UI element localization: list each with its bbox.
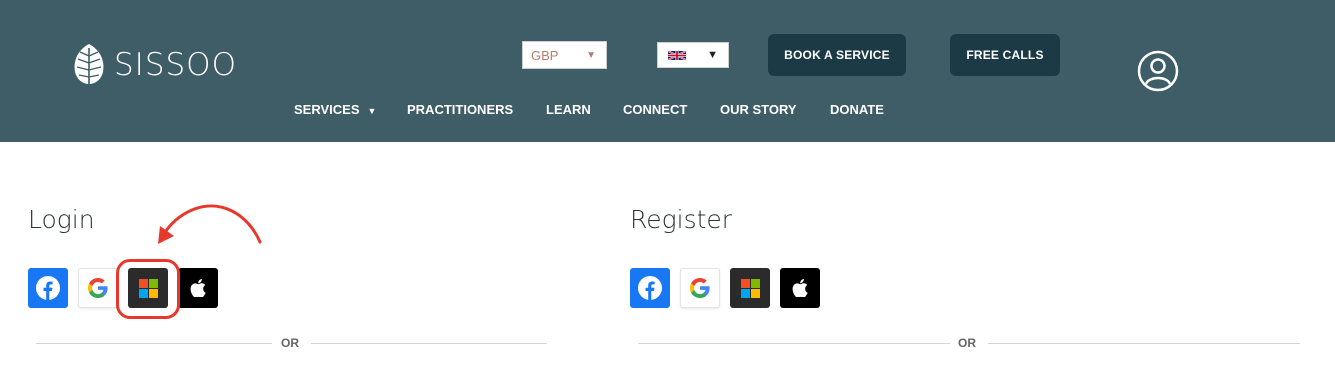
- apple-icon: [792, 279, 808, 297]
- login-facebook-button[interactable]: [28, 268, 68, 308]
- leaf-logo-icon: [74, 44, 104, 86]
- chevron-down-icon: ▼: [707, 49, 718, 61]
- site-header: SISSOO GBP ▼ ▼ BOOK A SERVICE FREE CALLS: [0, 0, 1335, 142]
- free-calls-button[interactable]: FREE CALLS: [950, 34, 1060, 76]
- brand-name: SISSOO: [114, 47, 237, 83]
- login-divider-right: [311, 343, 547, 344]
- page: SISSOO GBP ▼ ▼ BOOK A SERVICE FREE CALLS: [0, 0, 1335, 378]
- user-account-icon[interactable]: [1137, 50, 1179, 92]
- login-divider-left: [36, 343, 272, 344]
- facebook-icon: [638, 276, 662, 300]
- register-facebook-button[interactable]: [630, 268, 670, 308]
- register-or-label: OR: [958, 336, 976, 350]
- login-title: Login: [28, 205, 95, 234]
- chevron-down-icon: ▼: [367, 106, 377, 116]
- register-divider-right: [988, 343, 1300, 344]
- login-microsoft-button[interactable]: [128, 268, 168, 308]
- microsoft-icon: [740, 278, 760, 298]
- login-apple-button[interactable]: [178, 268, 218, 308]
- currency-select[interactable]: GBP ▼: [522, 41, 607, 69]
- apple-icon: [190, 279, 206, 297]
- nav-item-our-story[interactable]: OUR STORY: [720, 102, 797, 117]
- nav-item-label: SERVICES: [294, 102, 360, 117]
- register-microsoft-button[interactable]: [730, 268, 770, 308]
- google-icon: [690, 278, 710, 298]
- register-google-button[interactable]: [680, 268, 720, 308]
- nav-item-services[interactable]: SERVICES ▼: [294, 102, 376, 117]
- register-apple-button[interactable]: [780, 268, 820, 308]
- register-divider-left: [638, 343, 950, 344]
- microsoft-icon: [138, 278, 158, 298]
- annotation-arrow-icon: [158, 204, 262, 244]
- nav-item-learn[interactable]: LEARN: [546, 102, 591, 117]
- login-or-label: OR: [281, 336, 299, 350]
- google-icon: [88, 278, 108, 298]
- nav-item-practitioners[interactable]: PRACTITIONERS: [407, 102, 513, 117]
- book-service-button[interactable]: BOOK A SERVICE: [768, 34, 906, 76]
- facebook-icon: [36, 276, 60, 300]
- nav-item-donate[interactable]: DONATE: [830, 102, 884, 117]
- language-select[interactable]: ▼: [657, 42, 729, 68]
- chevron-down-icon: ▼: [586, 50, 596, 61]
- nav-item-connect[interactable]: CONNECT: [623, 102, 687, 117]
- currency-value: GBP: [531, 47, 559, 63]
- login-google-button[interactable]: [78, 268, 118, 308]
- uk-flag-icon: [668, 49, 686, 61]
- register-title: Register: [630, 205, 733, 234]
- brand-logo[interactable]: SISSOO: [70, 42, 237, 88]
